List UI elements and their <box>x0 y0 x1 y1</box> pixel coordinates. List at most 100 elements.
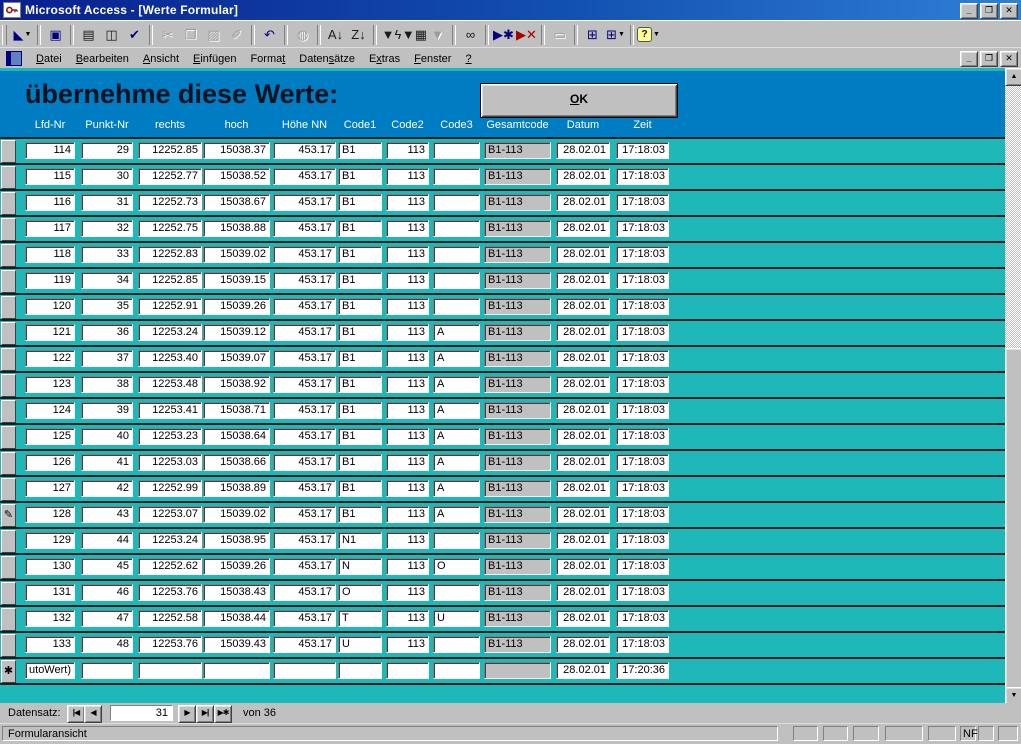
code3-field[interactable]: A <box>433 454 480 471</box>
rechts-field[interactable]: 12252.62 <box>138 558 202 575</box>
restore-button[interactable]: ❐ <box>980 3 998 19</box>
child-close-button[interactable]: ✕ <box>1000 51 1018 67</box>
hoch-field[interactable]: 15038.37 <box>203 142 270 159</box>
vertical-scrollbar[interactable]: ▲ ▼ <box>1005 68 1021 703</box>
copy-button[interactable]: ❐ <box>179 24 202 46</box>
cut-button[interactable]: ✂ <box>156 24 179 46</box>
spelling-button[interactable]: ✔ <box>123 24 146 46</box>
pencil-icon[interactable]: ✎ <box>1 504 16 527</box>
hoehe-field[interactable]: 453.17 <box>273 428 336 445</box>
minimize-button[interactable]: _ <box>960 3 978 19</box>
zeit-field[interactable]: 17:18:03 <box>616 142 669 159</box>
gesamt-field[interactable]: B1-113 <box>484 428 551 445</box>
datum-field[interactable]: 28.02.01 <box>556 272 610 289</box>
gesamt-field[interactable]: B1-113 <box>484 142 551 159</box>
record-selector[interactable] <box>1 634 16 657</box>
datum-field[interactable]: 28.02.01 <box>556 402 610 419</box>
code2-field[interactable]: 113 <box>386 428 429 445</box>
record-selector[interactable] <box>1 374 16 397</box>
lfd-field[interactable]: 121 <box>25 324 75 341</box>
datum-field[interactable]: 28.02.01 <box>556 376 610 393</box>
zeit-field[interactable]: 17:18:03 <box>616 246 669 263</box>
hoehe-field[interactable]: 453.17 <box>273 610 336 627</box>
lfd-field[interactable]: 131 <box>25 584 75 601</box>
hoehe-field[interactable]: 453.17 <box>273 194 336 211</box>
previous-record-button[interactable]: ◀ <box>84 705 102 723</box>
scroll-up-icon[interactable]: ▲ <box>1005 68 1021 86</box>
lfd-field[interactable]: 122 <box>25 350 75 367</box>
code1-field[interactable]: U <box>338 636 382 653</box>
hoehe-field[interactable]: 453.17 <box>273 532 336 549</box>
code3-field[interactable] <box>433 168 480 185</box>
toolbar-grip[interactable] <box>2 25 7 45</box>
rechts-field[interactable]: 12253.48 <box>138 376 202 393</box>
datum-field[interactable]: 28.02.01 <box>556 454 610 471</box>
record-selector[interactable] <box>1 166 16 189</box>
record-selector[interactable] <box>1 192 16 215</box>
gesamt-field[interactable]: B1-113 <box>484 246 551 263</box>
menu-fenster[interactable]: Fenster <box>407 51 458 67</box>
form-window-icon[interactable] <box>6 51 22 66</box>
code2-field[interactable]: 113 <box>386 532 429 549</box>
record-selector[interactable] <box>1 270 16 293</box>
new-object-button[interactable]: ⊞▼ <box>604 24 627 46</box>
code2-field[interactable]: 113 <box>386 246 429 263</box>
close-button[interactable]: ✕ <box>1000 3 1018 19</box>
code1-field[interactable]: B1 <box>338 376 382 393</box>
save-button[interactable]: ▣ <box>44 24 67 46</box>
asterisk-icon[interactable]: ✱ <box>1 660 16 683</box>
record-selector[interactable] <box>1 218 16 241</box>
zeit-field[interactable]: 17:18:03 <box>616 584 669 601</box>
hoehe-field[interactable]: 453.17 <box>273 636 336 653</box>
hoch-field[interactable]: 15039.43 <box>203 636 270 653</box>
lfd-field[interactable]: 115 <box>25 168 75 185</box>
datum-field[interactable]: 28.02.01 <box>556 532 610 549</box>
code1-field[interactable]: B1 <box>338 298 382 315</box>
rechts-field[interactable]: 12253.41 <box>138 402 202 419</box>
view-design-button[interactable]: ◣▼ <box>11 24 34 46</box>
rechts-field[interactable]: 12252.83 <box>138 246 202 263</box>
hoch-field[interactable]: 15038.89 <box>203 480 270 497</box>
properties-button[interactable]: ▭ <box>548 24 571 46</box>
database-window-button[interactable]: ⊞ <box>581 24 604 46</box>
punkt-field[interactable]: 30 <box>81 168 133 185</box>
datum-field[interactable]: 28.02.01 <box>556 298 610 315</box>
code2-field[interactable]: 113 <box>386 558 429 575</box>
rechts-field[interactable] <box>138 662 202 679</box>
datum-field[interactable]: 28.02.01 <box>556 662 610 679</box>
gesamt-field[interactable]: B1-113 <box>484 558 551 575</box>
zeit-field[interactable]: 17:18:03 <box>616 532 669 549</box>
hoehe-field[interactable]: 453.17 <box>273 220 336 237</box>
hoehe-field[interactable]: 453.17 <box>273 142 336 159</box>
hoch-field[interactable]: 15039.12 <box>203 324 270 341</box>
record-selector[interactable] <box>1 244 16 267</box>
datum-field[interactable]: 28.02.01 <box>556 246 610 263</box>
hoehe-field[interactable]: 453.17 <box>273 480 336 497</box>
print-preview-button[interactable]: ◫ <box>100 24 123 46</box>
rechts-field[interactable]: 12253.76 <box>138 636 202 653</box>
datum-field[interactable]: 28.02.01 <box>556 584 610 601</box>
menu-extras[interactable]: Extras <box>362 51 407 67</box>
code1-field[interactable]: B1 <box>338 220 382 237</box>
gesamt-field[interactable] <box>484 662 551 679</box>
code2-field[interactable]: 113 <box>386 506 429 523</box>
rechts-field[interactable]: 12252.58 <box>138 610 202 627</box>
gesamt-field[interactable]: B1-113 <box>484 220 551 237</box>
code1-field[interactable]: B1 <box>338 454 382 471</box>
gesamt-field[interactable]: B1-113 <box>484 480 551 497</box>
scrollbar-thumb[interactable] <box>1005 348 1021 689</box>
dropdown-arrow-icon[interactable]: ▼ <box>25 31 32 38</box>
gesamt-field[interactable]: B1-113 <box>484 532 551 549</box>
code2-field[interactable]: 113 <box>386 454 429 471</box>
filter-by-form-button[interactable]: ▼▦ <box>403 24 426 46</box>
record-selector[interactable] <box>1 348 16 371</box>
menu-format[interactable]: Format <box>243 51 292 67</box>
hoch-field[interactable]: 15038.44 <box>203 610 270 627</box>
lfd-field[interactable]: 117 <box>25 220 75 237</box>
datum-field[interactable]: 28.02.01 <box>556 506 610 523</box>
hoehe-field[interactable]: 453.17 <box>273 350 336 367</box>
hoch-field[interactable]: 15038.67 <box>203 194 270 211</box>
lfd-field[interactable]: 132 <box>25 610 75 627</box>
datum-field[interactable]: 28.02.01 <box>556 480 610 497</box>
punkt-field[interactable]: 43 <box>81 506 133 523</box>
